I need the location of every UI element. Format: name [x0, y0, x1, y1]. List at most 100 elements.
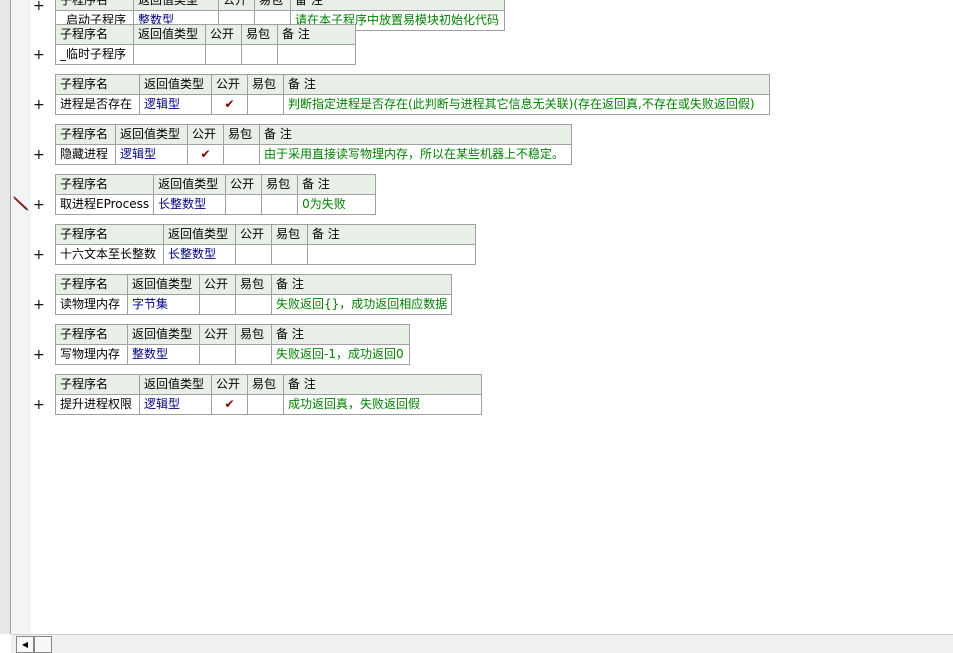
expand-toggle[interactable]: +	[33, 198, 45, 212]
left-frame	[0, 0, 11, 634]
scroll-thumb[interactable]	[34, 636, 52, 653]
subroutine-table: 子程序名 返回值类型 公开 易包 备 注 _临时子程序	[55, 24, 356, 65]
expand-toggle[interactable]: +	[33, 148, 45, 162]
pencil-icon	[13, 195, 29, 211]
sub-name-cell[interactable]: 写物理内存	[55, 344, 128, 365]
easy-pack-cell[interactable]	[261, 194, 299, 215]
header-return-type: 返回值类型	[133, 24, 206, 45]
note-cell[interactable]: 成功返回真，失败返回假	[283, 394, 482, 415]
subroutine-table: 子程序名 返回值类型 公开 易包 备 注 十六文本至长整数 长整数型	[55, 224, 476, 265]
header-note: 备 注	[270, 274, 453, 295]
public-cell[interactable]	[199, 344, 236, 365]
header-public: 公开	[187, 124, 224, 145]
header-easy-pack: 易包	[247, 74, 284, 95]
header-name: 子程序名	[55, 74, 140, 95]
note-cell[interactable]: 失败返回{}，成功返回相应数据	[270, 294, 453, 315]
header-name: 子程序名	[55, 0, 134, 11]
easy-pack-cell[interactable]	[241, 44, 278, 65]
public-checkmark-icon[interactable]: ✔	[211, 394, 248, 415]
header-name: 子程序名	[55, 274, 128, 295]
sub-name-cell[interactable]: 隐藏进程	[55, 144, 116, 165]
header-name: 子程序名	[54, 174, 155, 195]
return-type-cell[interactable]: 整数型	[127, 344, 200, 365]
header-note: 备 注	[297, 174, 377, 195]
header-public: 公开	[205, 24, 242, 45]
header-note: 备 注	[271, 324, 410, 345]
note-cell[interactable]: 由于采用直接读写物理内存，所以在某些机器上不稳定。	[259, 144, 572, 165]
return-type-cell[interactable]	[133, 44, 206, 65]
header-note: 备 注	[290, 0, 505, 11]
header-note: 备 注	[307, 224, 476, 245]
note-cell[interactable]: 判断指定进程是否存在(此判断与进程其它信息无关联)(存在返回真,不存在或失败返回…	[283, 94, 770, 115]
header-public: 公开	[225, 174, 263, 195]
sub-name-cell[interactable]: 提升进程权限	[55, 394, 140, 415]
header-name: 子程序名	[55, 374, 140, 395]
return-type-cell[interactable]: 长整数型	[163, 244, 236, 265]
sub-name-cell[interactable]: 进程是否存在	[55, 94, 140, 115]
horizontal-scrollbar[interactable]: ◀	[11, 634, 953, 653]
easy-pack-cell[interactable]	[247, 394, 284, 415]
return-type-cell[interactable]: 逻辑型	[139, 394, 212, 415]
header-public: 公开	[235, 224, 272, 245]
header-easy-pack: 易包	[254, 0, 291, 11]
subroutine-table: 子程序名 返回值类型 公开 易包 备 注 读物理内存 字节集 失败返回{}，成功…	[55, 274, 453, 315]
subroutine-table: 子程序名 返回值类型 公开 易包 备 注 提升进程权限 逻辑型 ✔ 成功返回真，…	[55, 374, 482, 415]
expand-toggle[interactable]: +	[33, 398, 45, 412]
header-public: 公开	[211, 74, 248, 95]
header-return-type: 返回值类型	[115, 124, 188, 145]
public-cell[interactable]	[199, 294, 236, 315]
header-return-type: 返回值类型	[153, 174, 227, 195]
subroutine-table: 子程序名 返回值类型 公开 易包 备 注 隐藏进程 逻辑型 ✔ 由于采用直接读写…	[55, 124, 572, 165]
easy-pack-cell[interactable]	[247, 94, 284, 115]
header-easy-pack: 易包	[261, 174, 299, 195]
expand-toggle[interactable]: +	[33, 48, 45, 62]
note-cell[interactable]: 0为失败	[297, 194, 377, 215]
return-type-cell[interactable]: 逻辑型	[115, 144, 188, 165]
subroutine-table: 子程序名 返回值类型 公开 易包 备 注 进程是否存在 逻辑型 ✔ 判断指定进程…	[55, 74, 770, 115]
public-cell[interactable]	[235, 244, 272, 265]
public-cell[interactable]	[225, 194, 263, 215]
expand-toggle[interactable]: +	[33, 298, 45, 312]
note-cell[interactable]	[307, 244, 476, 265]
expand-toggle[interactable]: +	[33, 0, 45, 13]
header-easy-pack: 易包	[223, 124, 260, 145]
header-return-type: 返回值类型	[133, 0, 219, 11]
subroutine-table: 子程序名 返回值类型 公开 易包 备 注 取进程EProcess 长整数型 0为…	[54, 174, 377, 215]
expand-toggle[interactable]: +	[33, 348, 45, 362]
easy-pack-cell[interactable]	[271, 244, 308, 265]
easy-pack-cell[interactable]	[223, 144, 260, 165]
public-checkmark-icon[interactable]: ✔	[187, 144, 224, 165]
header-name: 子程序名	[55, 324, 128, 345]
header-easy-pack: 易包	[247, 374, 284, 395]
public-cell[interactable]	[205, 44, 242, 65]
header-public: 公开	[218, 0, 255, 11]
header-name: 子程序名	[55, 24, 134, 45]
header-name: 子程序名	[55, 224, 164, 245]
sub-name-cell[interactable]: 取进程EProcess	[54, 194, 155, 215]
easy-pack-cell[interactable]	[235, 344, 272, 365]
expand-toggle[interactable]: +	[33, 248, 45, 262]
header-return-type: 返回值类型	[139, 74, 212, 95]
header-easy-pack: 易包	[241, 24, 278, 45]
sub-name-cell[interactable]: 读物理内存	[55, 294, 128, 315]
scroll-left-arrow-icon[interactable]: ◀	[16, 636, 34, 653]
public-checkmark-icon[interactable]: ✔	[211, 94, 248, 115]
header-note: 备 注	[259, 124, 572, 145]
subroutine-table: 子程序名 返回值类型 公开 易包 备 注 写物理内存 整数型 失败返回-1，成功…	[55, 324, 410, 365]
line-gutter	[11, 0, 31, 634]
header-note: 备 注	[277, 24, 356, 45]
note-cell[interactable]: 失败返回-1，成功返回0	[271, 344, 410, 365]
sub-name-cell[interactable]: 十六文本至长整数	[55, 244, 164, 265]
header-easy-pack: 易包	[235, 274, 272, 295]
easy-pack-cell[interactable]	[235, 294, 272, 315]
return-type-cell[interactable]: 长整数型	[153, 194, 227, 215]
return-type-cell[interactable]: 逻辑型	[139, 94, 212, 115]
sub-name-cell[interactable]: _临时子程序	[55, 44, 134, 65]
header-easy-pack: 易包	[235, 324, 272, 345]
return-type-cell[interactable]: 字节集	[127, 294, 200, 315]
header-easy-pack: 易包	[271, 224, 308, 245]
note-cell[interactable]	[277, 44, 356, 65]
header-public: 公开	[199, 274, 236, 295]
header-name: 子程序名	[55, 124, 116, 145]
expand-toggle[interactable]: +	[33, 98, 45, 112]
